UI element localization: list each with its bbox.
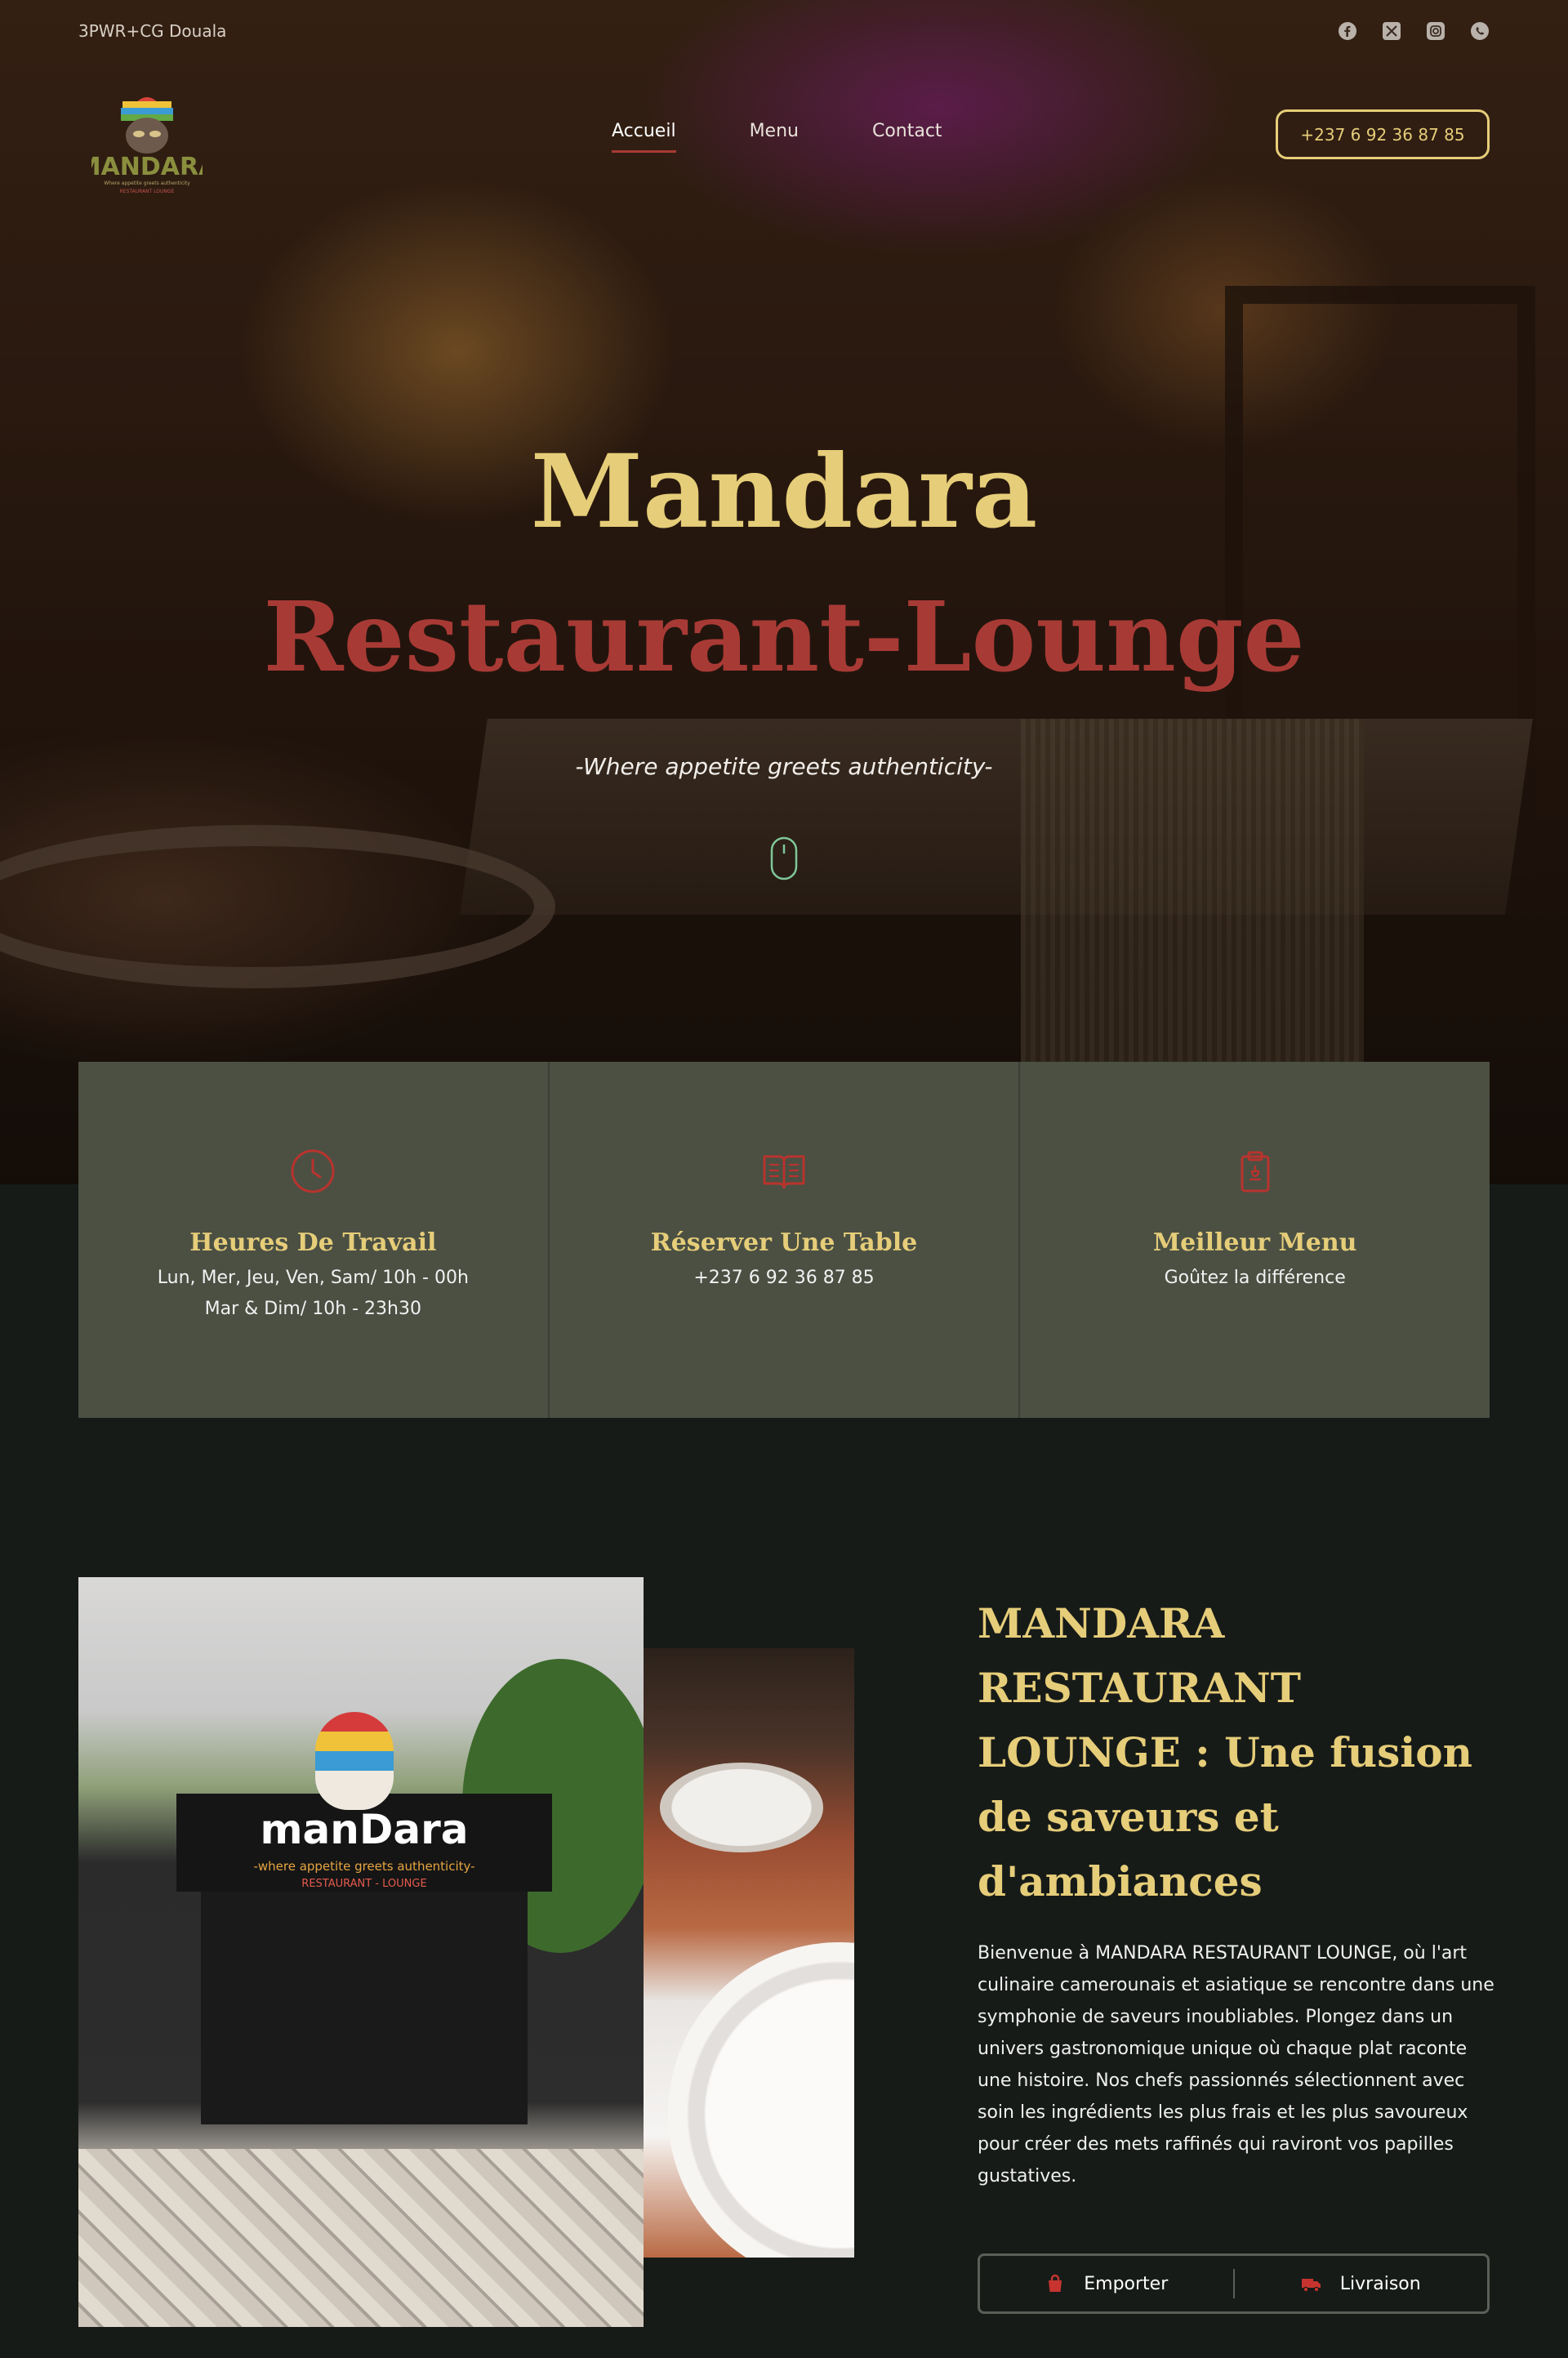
x-icon[interactable] [1382, 21, 1401, 41]
truck-icon [1301, 2279, 1321, 2293]
hero-title: Mandara [530, 433, 1038, 551]
entrance-sign-tagline: -where appetite greets authenticity- [253, 1859, 475, 1874]
hero-tagline: -Where appetite greets authenticity- [575, 753, 993, 780]
info-box-line: Lun, Mer, Jeu, Ven, Sam/ 10h - 00h [157, 1268, 469, 1288]
order-options: Emporter Livraison [978, 2253, 1490, 2314]
info-box-line: Goûtez la différence [1164, 1268, 1346, 1288]
book-icon [763, 1155, 805, 1189]
info-box-title: Heures De Travail [189, 1228, 437, 1257]
bag-icon [1049, 2274, 1062, 2292]
entrance-sign-subline: RESTAURANT - LOUNGE [301, 1878, 427, 1890]
about-text: Bienvenue à MANDARA RESTAURANT LOUNGE, o… [978, 1943, 1494, 2186]
clock-icon [291, 1149, 335, 1193]
takeaway-label: Emporter [1084, 2273, 1169, 2294]
info-box-hours: Heures De Travail Lun, Mer, Jeu, Ven, Sa… [78, 1062, 550, 1418]
mandara-logo[interactable]: MANDARA Where appetite greets authentici… [91, 74, 203, 196]
info-box-title: Meilleur Menu [1152, 1228, 1357, 1257]
entrance-sign-name: manDara [260, 1806, 469, 1853]
logo-subline: RESTAURANT LOUNGE [120, 189, 175, 194]
hero-section: 3PWR+CG Douala MANDARA Where appetite gr… [0, 0, 1568, 1184]
delivery-label: Livraison [1339, 2273, 1421, 2294]
logo-tagline: Where appetite greets authenticity [104, 181, 190, 186]
food-photo-small-plate [660, 1763, 823, 1852]
social-links [1338, 21, 1490, 41]
topbar: 3PWR+CG Douala [78, 21, 1490, 41]
restaurant-entrance-photo: manDara -where appetite greets authentic… [78, 1577, 644, 2327]
info-box-line: Mar & Dim/ 10h - 23h30 [204, 1299, 421, 1319]
info-box-reservation[interactable]: Réserver Une Table +237 6 92 36 87 85 [549, 1062, 1021, 1418]
info-boxes: Heures De Travail Lun, Mer, Jeu, Ven, Sa… [78, 1062, 1490, 1418]
logo-wordmark: MANDARA [91, 153, 203, 181]
entrance-photo-floor [78, 2149, 644, 2327]
menu-clipboard-icon [1241, 1151, 1270, 1192]
takeaway-button[interactable]: Emporter [980, 2256, 1233, 2311]
main-nav: Accueil Menu Contact [612, 121, 942, 153]
address-text: 3PWR+CG Douala [78, 21, 227, 41]
food-photo-plate [668, 1942, 854, 2258]
info-box-title: Réserver Une Table [650, 1228, 918, 1257]
info-box-phone[interactable]: +237 6 92 36 87 85 [693, 1267, 874, 1290]
whatsapp-icon[interactable] [1470, 21, 1490, 41]
info-box-menu[interactable]: Meilleur Menu Goûtez la différence [1020, 1062, 1490, 1418]
scroll-mouse-icon[interactable] [770, 836, 798, 880]
nav-item-menu[interactable]: Menu [750, 121, 799, 141]
nav-item-contact[interactable]: Contact [872, 121, 942, 141]
facebook-icon[interactable] [1338, 21, 1357, 41]
instagram-icon[interactable] [1426, 21, 1446, 41]
phone-button[interactable]: +237 6 92 36 87 85 [1276, 109, 1490, 159]
food-photo [644, 1648, 854, 2258]
nav-item-accueil[interactable]: Accueil [612, 121, 676, 153]
hero-subtitle: Restaurant-Lounge [263, 580, 1305, 693]
delivery-button[interactable]: Livraison [1235, 2256, 1488, 2311]
entrance-photo-mask [315, 1712, 394, 1810]
about-title: MANDARA RESTAURANT LOUNGE : Une fusion d… [978, 1599, 1472, 1906]
